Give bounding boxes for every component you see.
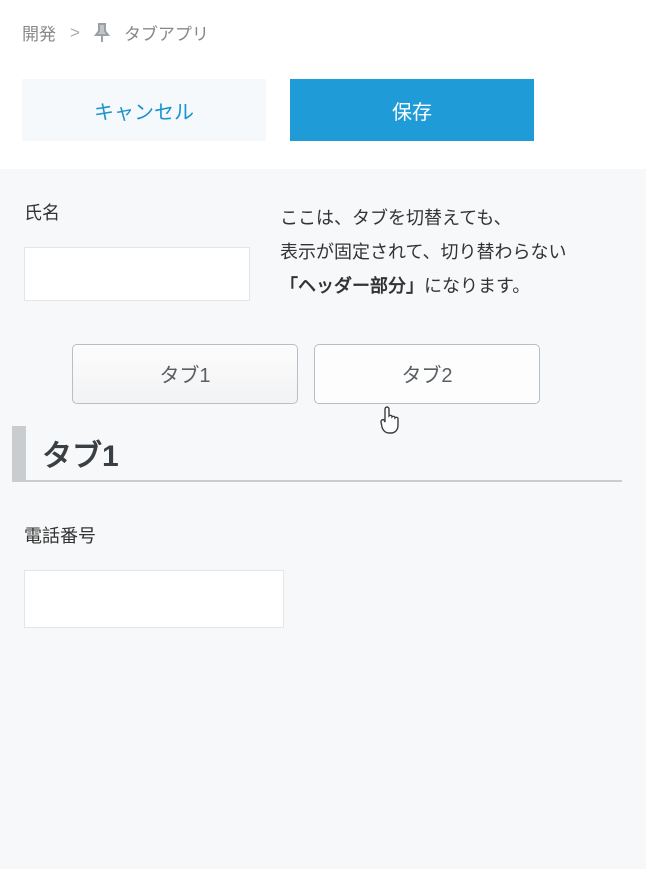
- cancel-button[interactable]: キャンセル: [22, 79, 266, 141]
- header-desc-tail: になります。: [424, 276, 530, 296]
- tab-tab1[interactable]: タブ1: [72, 344, 298, 404]
- header-desc-line3: 「ヘッダー部分」になります。: [280, 269, 622, 303]
- breadcrumb-root[interactable]: 開発: [22, 20, 56, 45]
- breadcrumb-current: タブアプリ: [124, 20, 209, 45]
- breadcrumb-separator: >: [70, 23, 80, 43]
- name-label: 氏名: [24, 199, 250, 225]
- tab-tab2[interactable]: タブ2: [314, 344, 540, 404]
- tab-section-header: タブ1: [12, 426, 622, 482]
- header-desc-line1: ここは、タブを切替えても、: [280, 201, 622, 235]
- phone-label: 電話番号: [24, 522, 622, 548]
- save-button[interactable]: 保存: [290, 79, 534, 141]
- header-desc-line2: 表示が固定されて、切り替わらない: [280, 235, 622, 269]
- tab-header-accent: [12, 426, 26, 480]
- header-description: ここは、タブを切替えても、 表示が固定されて、切り替わらない 「ヘッダー部分」に…: [280, 199, 622, 304]
- header-desc-bold: 「ヘッダー部分」: [280, 276, 424, 296]
- tab-header-title: タブ1: [42, 431, 119, 475]
- breadcrumb: 開発 > タブアプリ: [22, 20, 624, 45]
- pin-icon: [94, 23, 110, 43]
- phone-input[interactable]: [24, 570, 284, 628]
- name-input[interactable]: [24, 247, 250, 301]
